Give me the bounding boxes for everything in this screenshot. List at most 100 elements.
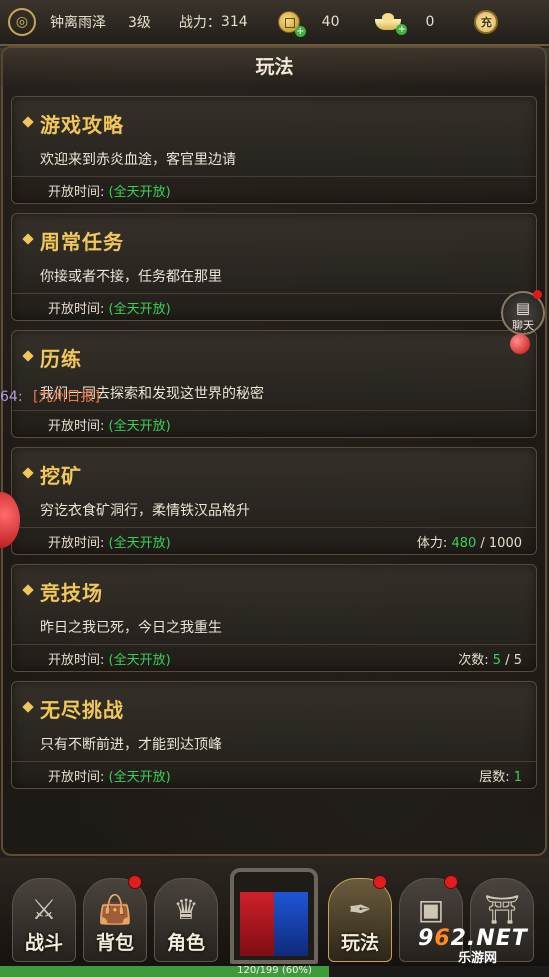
status-bar: ◎ 钟离雨泽 3级 战力： 314 + 40 + 0 充 (0, 0, 549, 46)
card-arena[interactable]: 竞技场 昨日之我已死，今日之我重生 开放时间: (全天开放) 次数: 5 / 5 (11, 564, 537, 672)
diamond-icon (22, 233, 34, 245)
experience-bar: 120/199 (60%) (0, 965, 549, 977)
diamond-icon (22, 701, 34, 713)
card-description: 欢迎来到赤炎血途，客官里边请 (40, 152, 236, 168)
card-title: 历练 (40, 347, 82, 371)
open-time-label: 开放时间: (48, 653, 105, 668)
open-time: 开放时间: (全天开放) (48, 415, 171, 434)
stat-value: 480 (451, 536, 477, 551)
diamond-icon (22, 116, 34, 128)
notification-dot (373, 875, 387, 889)
power-value: 314 (220, 14, 248, 30)
notification-dot (444, 875, 458, 889)
open-time-value: (全天开放) (108, 302, 171, 317)
player-name: 钟离雨泽 (50, 15, 106, 31)
wm-brand-a: 9 (418, 926, 435, 951)
open-time-label: 开放时间: (48, 536, 105, 551)
red-orb-icon[interactable] (510, 334, 530, 354)
open-time: 开放时间: (全天开放) (48, 298, 171, 317)
ingot-value: 0 (425, 14, 435, 30)
watermark-logo: 962.NET 乐游网 (418, 926, 546, 970)
nav-label: 角色 (166, 932, 205, 954)
scroll-channel: [九州日报] (32, 389, 100, 405)
card-description: 只有不断前进，才能到达顶峰 (40, 737, 222, 753)
chat-bubble-icon: ▤ (515, 299, 531, 317)
temple-icon: ⛩ (484, 893, 520, 926)
open-time-value: (全天开放) (108, 770, 171, 785)
card-footer: 开放时间: (全天开放) (12, 293, 536, 320)
nav-battle[interactable]: ⚔ 战斗 (12, 878, 76, 962)
diamond-icon (22, 467, 34, 479)
charge-button[interactable]: 充 (474, 10, 499, 34)
open-time-value: (全天开放) (108, 653, 171, 668)
open-time-value: (全天开放) (108, 419, 171, 434)
blue-banner-icon (274, 892, 308, 956)
wm-brand-b: 6 (434, 926, 451, 951)
card-footer: 开放时间: (全天开放) 层数: 1 (12, 761, 536, 788)
player-level: 3级 (128, 15, 151, 31)
diamond-icon (22, 350, 34, 362)
stat-max: / 1000 (476, 536, 522, 551)
nav-character[interactable]: ♛ 角色 (154, 878, 218, 962)
helmet-icon: ♛ (173, 893, 199, 926)
nav-bag[interactable]: 👜 背包 (83, 875, 147, 962)
nav-gameplay[interactable]: ✒ 玩法 (328, 875, 392, 962)
card-footer: 开放时间: (全天开放) (12, 410, 536, 437)
open-time-value: (全天开放) (108, 536, 171, 551)
pvp-emblem-button[interactable] (226, 858, 322, 966)
card-description: 穷讫衣食矿洞行，柔情铁汉品格升 (40, 503, 250, 519)
open-time: 开放时间: (全天开放) (48, 181, 171, 200)
notification-dot (128, 875, 142, 889)
experience-text: 120/199 (60%) (237, 965, 312, 976)
panel-title: 玩法 (0, 48, 549, 86)
notification-dot (533, 290, 542, 299)
stat-label: 次数: (458, 653, 489, 668)
bag-icon: 👜 (97, 893, 133, 926)
quill-icon: ✒ (348, 893, 372, 926)
card-description: 昨日之我已死，今日之我重生 (40, 620, 222, 636)
stat-value: 5 (492, 653, 502, 668)
card-footer: 开放时间: (全天开放) (12, 176, 536, 203)
open-time-label: 开放时间: (48, 770, 105, 785)
card-title: 竞技场 (40, 581, 103, 605)
open-time-label: 开放时间: (48, 185, 105, 200)
card-footer: 开放时间: (全天开放) 次数: 5 / 5 (12, 644, 536, 671)
card-endless-challenge[interactable]: 无尽挑战 只有不断前进，才能到达顶峰 开放时间: (全天开放) 层数: 1 (11, 681, 537, 789)
card-weekly-task[interactable]: 周常任务 你接或者不接，任务都在那里 开放时间: (全天开放) (11, 213, 537, 321)
plus-icon: + (294, 26, 306, 37)
card-title: 挖矿 (40, 464, 82, 488)
power-label: 战力： (178, 15, 221, 31)
chest-icon: ▣ (417, 893, 445, 926)
card-training[interactable]: 历练 我们一同去探索和发现这世界的秘密 开放时间: (全天开放) (11, 330, 537, 438)
card-title: 游戏攻略 (40, 113, 124, 137)
stat-label: 层数: (479, 770, 510, 785)
avatar-icon[interactable]: ◎ (8, 8, 36, 36)
crossed-swords-icon: ⚔ (31, 893, 57, 926)
nav-label: 战斗 (24, 932, 63, 954)
open-time: 开放时间: (全天开放) (48, 532, 171, 551)
card-guide[interactable]: 游戏攻略 欢迎来到赤炎血途，客官里边请 开放时间: (全天开放) (11, 96, 537, 204)
plus-icon: + (396, 24, 408, 35)
open-time-label: 开放时间: (48, 302, 105, 317)
open-time: 开放时间: (全天开放) (48, 649, 171, 668)
nav-label: 玩法 (340, 932, 379, 954)
scroll-prefix: 64: (0, 389, 23, 405)
ingot-add-button[interactable]: + (375, 13, 408, 35)
coin-add-button[interactable]: + (277, 11, 306, 37)
stat-value: 1 (513, 770, 522, 785)
stat-label: 体力: (416, 536, 448, 551)
diamond-icon (22, 584, 34, 596)
floor-stat: 层数: 1 (479, 766, 522, 785)
red-banner-icon (240, 892, 274, 956)
nav-label: 背包 (95, 932, 134, 954)
scrolling-message: 64: [九州日报] (0, 386, 100, 406)
card-footer: 开放时间: (全天开放) 体力: 480 / 1000 (12, 527, 536, 554)
card-title: 无尽挑战 (40, 698, 124, 722)
card-title: 周常任务 (40, 230, 124, 254)
open-time-value: (全天开放) (108, 185, 171, 200)
open-time: 开放时间: (全天开放) (48, 766, 171, 785)
open-time-label: 开放时间: (48, 419, 105, 434)
stamina-stat: 体力: 480 / 1000 (417, 532, 522, 551)
attempts-stat: 次数: 5 / 5 (458, 649, 522, 668)
card-mining[interactable]: 挖矿 穷讫衣食矿洞行，柔情铁汉品格升 开放时间: (全天开放) 体力: 480 … (11, 447, 537, 555)
